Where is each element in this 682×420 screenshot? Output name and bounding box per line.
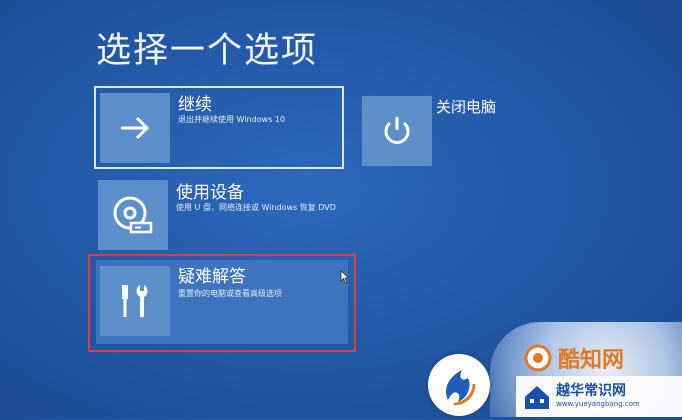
mouse-cursor-icon <box>340 270 350 284</box>
power-icon <box>384 117 410 144</box>
watermark: 酷知网 越华常识网 www.yueyangbang.com <box>420 340 682 417</box>
option-troubleshoot[interactable]: 疑难解答 重置你的电脑或查看高级选项 <box>88 254 356 352</box>
disc-drive-icon <box>113 196 153 234</box>
watermark-brand: 酷知网 <box>558 348 625 373</box>
option-continue-label: 继续 <box>178 95 212 115</box>
continue-tile <box>100 93 170 163</box>
shutdown-tile <box>362 96 432 166</box>
option-use-device[interactable]: 使用设备 使用 U 盘、网络连接或 Windows 恢复 DVD <box>94 176 344 254</box>
device-tile <box>98 180 168 250</box>
option-use-device-label: 使用设备 <box>176 183 244 203</box>
brand-logo-icon <box>524 344 552 372</box>
page-title: 选择一个选项 <box>96 31 319 71</box>
arrow-right-icon <box>121 116 150 140</box>
flame-logo-icon <box>445 370 476 406</box>
tools-icon <box>122 285 148 317</box>
shutdown-option[interactable]: 关闭电脑 <box>362 96 522 171</box>
watermark-site-title: 越华常识网 <box>556 383 626 399</box>
shutdown-label: 关闭电脑 <box>436 98 497 116</box>
option-troubleshoot-description: 重置你的电脑或查看高级选项 <box>178 289 282 298</box>
option-use-device-description: 使用 U 盘、网络连接或 Windows 恢复 DVD <box>176 203 336 212</box>
option-continue[interactable]: 继续 退出并继续使用 Windows 10 <box>94 86 344 169</box>
watermark-site-url: www.yueyangbang.com <box>556 400 640 408</box>
option-troubleshoot-label: 疑难解答 <box>178 267 246 287</box>
option-continue-description: 退出并继续使用 Windows 10 <box>178 115 285 124</box>
watermark-site-banner: 越华常识网 www.yueyangbang.com <box>516 376 682 417</box>
troubleshoot-tile <box>100 266 170 336</box>
watermark-logo <box>428 354 490 416</box>
house-icon <box>525 386 549 409</box>
